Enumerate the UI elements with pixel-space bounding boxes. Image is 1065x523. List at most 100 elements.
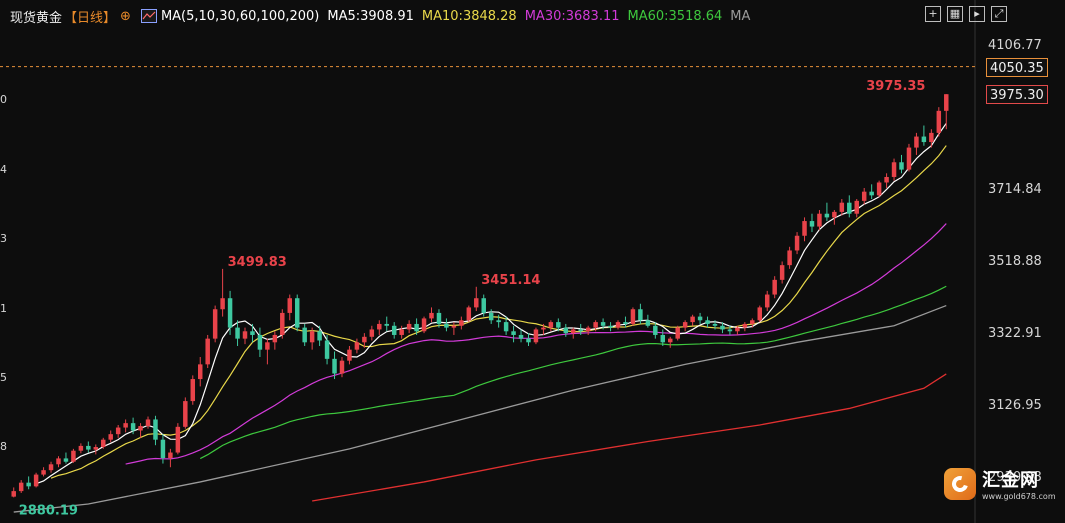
- candle-body: [794, 235, 800, 251]
- candle-body: [250, 331, 255, 335]
- candle-body: [93, 447, 99, 450]
- candle-body: [623, 322, 628, 324]
- candle-body: [26, 482, 31, 487]
- candle-body: [787, 250, 792, 266]
- candle-body: [18, 482, 24, 492]
- candle-body: [891, 162, 897, 177]
- candle-body: [384, 323, 389, 326]
- candle-body: [332, 358, 337, 374]
- candle-body: [861, 191, 867, 201]
- candle-body: [160, 439, 166, 459]
- candle-body: [832, 211, 837, 218]
- left-edge-label: 0: [0, 93, 7, 106]
- y-tick-label: 4106.77: [988, 37, 1042, 53]
- candle-body: [600, 322, 606, 326]
- left-edge-label: 1: [0, 302, 7, 315]
- candle-body: [481, 298, 486, 313]
- annotation-label: 3975.35: [866, 79, 925, 94]
- candle-body: [802, 221, 807, 236]
- candle-body: [474, 298, 479, 308]
- candle-body: [869, 191, 874, 196]
- candle-body: [705, 320, 710, 324]
- ma30-value: MA30:3683.11: [524, 8, 620, 24]
- candle-body: [406, 323, 412, 330]
- period-label[interactable]: 【日线】: [64, 7, 116, 26]
- instrument-title[interactable]: 现货黄金: [10, 7, 62, 26]
- candle-body: [190, 379, 196, 402]
- candle-body: [145, 419, 151, 427]
- candle-body: [690, 316, 695, 323]
- y-tick-label: 3518.88: [988, 253, 1042, 269]
- candlestick-chart[interactable]: 3499.83 3451.14 3975.35 2880.19: [0, 0, 1065, 523]
- candle-body: [220, 298, 225, 310]
- candle-body: [362, 336, 367, 343]
- candle-body: [377, 323, 382, 330]
- candle-body: [899, 162, 904, 170]
- candle-body: [235, 327, 240, 339]
- candle-body: [399, 329, 404, 335]
- candle-body: [391, 325, 397, 335]
- candle-body: [287, 298, 292, 313]
- candle-body: [750, 320, 755, 324]
- candle-body: [615, 322, 621, 328]
- ma-more: MA: [730, 8, 751, 24]
- fullscreen-icon[interactable]: ▦: [947, 6, 963, 22]
- ma-params[interactable]: MA(5,10,30,60,100,200): [161, 9, 319, 24]
- candle-body: [421, 318, 427, 332]
- candle-body: [876, 182, 882, 196]
- candle-body: [369, 329, 375, 337]
- candle-body: [280, 312, 285, 335]
- candle-body: [324, 340, 330, 359]
- candle-body: [630, 309, 636, 324]
- candle-body: [563, 327, 569, 334]
- candle-body: [488, 312, 494, 321]
- candle-body: [309, 331, 315, 343]
- candle-body: [817, 213, 822, 227]
- candle-body: [585, 327, 591, 332]
- indicator-icon[interactable]: [140, 9, 157, 23]
- candle-body: [720, 325, 725, 330]
- candle-body: [123, 423, 128, 428]
- candle-body: [809, 221, 815, 227]
- left-edge-label: 4: [0, 163, 7, 176]
- candle-body: [436, 312, 442, 324]
- candle-body: [198, 364, 203, 380]
- watermark-logo: 汇金网 www.gold678.com: [944, 466, 1056, 501]
- candle-body: [854, 200, 859, 214]
- candle-body: [936, 110, 942, 133]
- candle-body: [675, 327, 680, 339]
- candle-body: [824, 213, 830, 218]
- candle-body: [183, 401, 188, 427]
- last-price-tag: 3975.30: [986, 85, 1048, 105]
- crosshair-icon[interactable]: +: [925, 6, 941, 22]
- chart-header: 现货黄金 【日线】 ⊕ MA(5,10,30,60,100,200) MA5:3…: [10, 6, 758, 26]
- candle-body: [451, 325, 457, 328]
- candle-body: [168, 452, 173, 459]
- settings-icon[interactable]: ⊕: [120, 9, 131, 24]
- candle-body: [921, 136, 927, 143]
- candle-body: [130, 423, 136, 431]
- candle-body: [556, 322, 561, 328]
- candle-body: [71, 450, 76, 462]
- candle-body: [839, 202, 845, 212]
- candle-body: [578, 329, 583, 332]
- y-tick-label: 3322.91: [988, 325, 1042, 341]
- ma60-line: [199, 285, 947, 460]
- candle-body: [735, 327, 740, 332]
- candle-body: [138, 426, 143, 431]
- left-edge-label: 5: [0, 371, 7, 384]
- candle-body: [257, 334, 263, 350]
- candle-body: [779, 265, 785, 280]
- candle-body: [459, 320, 464, 326]
- candle-body: [645, 320, 651, 326]
- candle-body: [466, 307, 472, 321]
- candle-body: [757, 307, 762, 321]
- candle-body: [571, 329, 576, 334]
- candle-body: [764, 294, 770, 308]
- y-tick-label: 3126.95: [988, 397, 1042, 413]
- candle-body: [414, 323, 419, 332]
- ma100-line: [13, 304, 947, 513]
- candle-body: [906, 147, 912, 170]
- candle-body: [339, 360, 345, 374]
- candle-body: [884, 176, 889, 183]
